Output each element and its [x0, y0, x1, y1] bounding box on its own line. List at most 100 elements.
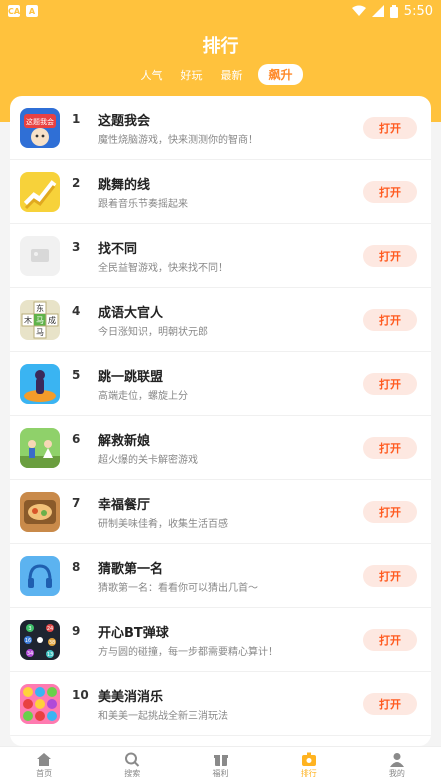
open-button[interactable]: 打开 [363, 373, 417, 395]
list-item[interactable]: 6 解救新娘 超火爆的关卡解密游戏 打开 [10, 416, 431, 480]
list-item[interactable]: 2 跳舞的线 跟着音乐节奏摇起来 打开 [10, 160, 431, 224]
game-description: 跟着音乐节奏摇起来 [98, 199, 188, 210]
pinball-icon: 3 24 16 38 34 13 [20, 619, 60, 660]
match3-icon [20, 683, 60, 724]
app-icon: 3 24 16 38 34 13 [20, 619, 60, 660]
icon-tile-text: 马 [36, 328, 44, 337]
game-name: 解救新娘 [98, 434, 151, 449]
list-item[interactable]: 10 美美消消乐 和美美一起挑战全新三消玩法 打开 [10, 672, 431, 736]
game-name: 开心BT弹球 [98, 626, 169, 641]
tab-rising[interactable]: 飙升 [258, 64, 303, 85]
headphones-icon [20, 555, 60, 596]
open-button[interactable]: 打开 [363, 181, 417, 203]
rank-number: 4 [72, 304, 81, 318]
app-icon [20, 427, 60, 468]
game-description: 全民益智游戏，快来找不同！ [98, 263, 228, 274]
game-description: 超火爆的关卡解密游戏 [98, 455, 198, 466]
open-button[interactable]: 打开 [363, 565, 417, 587]
app-icon [20, 235, 60, 276]
icon-tile-text: 成 [48, 315, 56, 325]
rank-number: 5 [72, 368, 81, 382]
app-icon [20, 683, 60, 724]
restaurant-icon [20, 491, 60, 532]
jump-game-icon [20, 363, 60, 404]
game-name: 幸福餐厅 [98, 498, 151, 513]
rank-number: 9 [72, 624, 81, 638]
rank-number: 7 [72, 496, 81, 510]
placeholder-image-icon [20, 235, 60, 276]
game-name: 跳一跳联盟 [98, 370, 164, 385]
nav-ranking[interactable]: 排行 [265, 747, 353, 784]
app-icon [20, 491, 60, 532]
list-item[interactable]: 7 幸福餐厅 研制美味佳肴，收集生活百感 打开 [10, 480, 431, 544]
game-name: 找不同 [98, 242, 138, 257]
nav-label: 首页 [36, 769, 53, 778]
open-button[interactable]: 打开 [363, 437, 417, 459]
open-button[interactable]: 打开 [363, 501, 417, 523]
app-icon [20, 555, 60, 596]
game-description: 魔性烧脑游戏，快来测测你的智商！ [98, 135, 258, 146]
game-name: 这题我会 [98, 114, 151, 129]
game-description: 猜歌第一名：看看你可以猜出几首～ [98, 583, 258, 594]
game-description: 今日涨知识，明朝状元郎 [98, 327, 208, 338]
dancing-line-icon [20, 171, 60, 212]
open-button[interactable]: 打开 [363, 117, 417, 139]
game-description: 和美美一起挑战全新三消玩法 [98, 711, 228, 722]
list-item[interactable]: 5 跳一跳联盟 高端走位，螺旋上分 打开 [10, 352, 431, 416]
rank-number: 10 [72, 688, 89, 702]
signal-icon [371, 5, 384, 17]
icon-tile-text: 木 [24, 315, 32, 325]
rank-number: 1 [72, 112, 81, 126]
rank-number: 8 [72, 560, 81, 574]
rank-number: 3 [72, 240, 81, 254]
nav-welfare[interactable]: 福利 [176, 747, 264, 784]
status-time: 5:50 [403, 3, 433, 19]
open-button[interactable]: 打开 [363, 309, 417, 331]
app-icon [20, 363, 60, 404]
icon-tile-text: 马 [36, 316, 44, 325]
nav-home[interactable]: 首页 [0, 747, 88, 784]
list-item[interactable]: 这题我会 1 这题我会 魔性烧脑游戏，快来测测你的智商！ 打开 [10, 96, 431, 160]
nav-label: 搜索 [124, 769, 141, 778]
rank-number: 2 [72, 176, 81, 190]
tab-fun[interactable]: 好玩 [178, 65, 204, 85]
list-item[interactable]: 8 猜歌第一名 猜歌第一名：看看你可以猜出几首～ 打开 [10, 544, 431, 608]
game-name: 猜歌第一名 [98, 562, 164, 577]
list-item[interactable]: 东木马成马 4 成语大官人 今日涨知识，明朝状元郎 打开 [10, 288, 431, 352]
game-name: 成语大官人 [98, 306, 164, 321]
tab-bar: 人气 好玩 最新 飙升 [0, 64, 441, 85]
open-button[interactable]: 打开 [363, 629, 417, 651]
nav-profile[interactable]: 我的 [353, 747, 441, 784]
nav-label: 福利 [212, 769, 229, 778]
app-icon: 东木马成马 [20, 299, 60, 340]
page-title: 排行 [202, 36, 239, 57]
list-item[interactable]: 3 24 16 38 34 13 9 开心BT弹球 方与圆的碰撞，每一步都需要精心算计！ … [10, 608, 431, 672]
rank-number: 6 [72, 432, 81, 446]
battery-icon [389, 4, 398, 18]
open-button[interactable]: 打开 [363, 693, 417, 715]
notification-icon: CA [7, 5, 21, 17]
nav-label: 排行 [300, 769, 317, 778]
ranking-icon [301, 752, 316, 766]
tab-newest[interactable]: 最新 [218, 65, 244, 85]
ranking-list: 这题我会 1 这题我会 魔性烧脑游戏，快来测测你的智商！ 打开 2 跳舞的线 跟… [10, 96, 431, 746]
icon-tile-text: 24 [47, 626, 53, 632]
icon-tile-text: 3 [28, 626, 31, 632]
icon-title: 这题我会 [26, 117, 54, 126]
app-icon: 这题我会 [20, 107, 60, 148]
search-icon [125, 752, 140, 767]
open-button[interactable]: 打开 [363, 245, 417, 267]
icon-tile-text: 东 [36, 303, 44, 313]
game-name: 美美消消乐 [98, 690, 164, 705]
quiz-game-icon: 这题我会 [20, 107, 60, 148]
icon-tile-text: 13 [47, 652, 53, 658]
list-item[interactable]: 3 找不同 全民益智游戏，快来找不同！ 打开 [10, 224, 431, 288]
game-description: 高端走位，螺旋上分 [98, 391, 188, 402]
app-icon [20, 171, 60, 212]
status-bar: CA A 5:50 [0, 0, 441, 22]
gift-icon [213, 755, 228, 766]
user-icon [389, 753, 404, 767]
nav-search[interactable]: 搜索 [88, 747, 176, 784]
idiom-game-icon: 东木马成马 [20, 299, 60, 340]
tab-popular[interactable]: 人气 [138, 65, 164, 85]
